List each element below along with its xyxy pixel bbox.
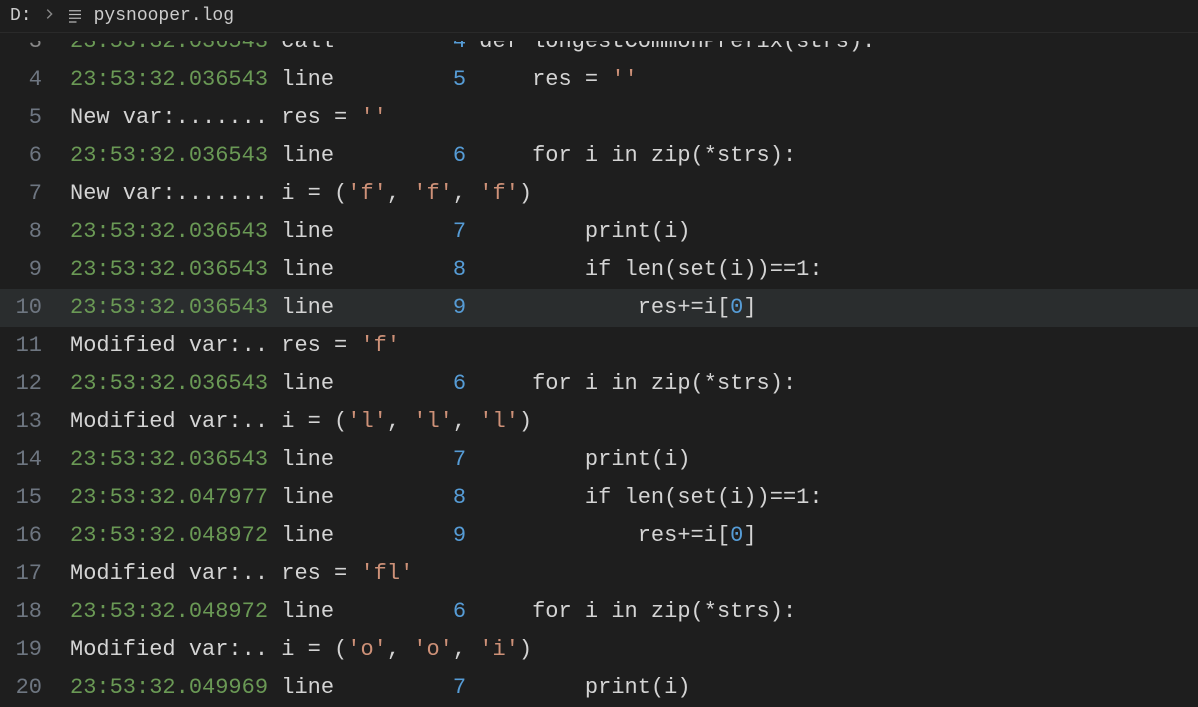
editor-line: 14 23:53:32.036543 line 7 print(i) (0, 441, 1198, 479)
editor-line: 9 23:53:32.036543 line 8 if len(set(i))=… (0, 251, 1198, 289)
editor-line: 19 Modified var:.. i = ('o', 'o', 'i') (0, 631, 1198, 669)
line-content: Modified var:.. i = ('o', 'o', 'i') (70, 631, 1198, 669)
line-content: 23:53:32.048972 line 6 for i in zip(*str… (70, 593, 1198, 631)
line-number: 17 (0, 555, 70, 593)
line-content: New var:....... res = '' (70, 99, 1198, 137)
line-number: 10 (0, 289, 70, 327)
line-content: Modified var:.. i = ('l', 'l', 'l') (70, 403, 1198, 441)
file-lines-icon (66, 7, 84, 25)
line-content: 23:53:32.036543 call 4 def longestCommon… (70, 41, 1198, 61)
line-content: 23:53:32.049969 line 7 print(i) (70, 669, 1198, 707)
line-content: 23:53:32.048972 line 9 res+=i[0] (70, 517, 1198, 555)
chevron-right-icon (42, 7, 56, 26)
line-number: 12 (0, 365, 70, 403)
breadcrumb-filename[interactable]: pysnooper.log (94, 6, 234, 26)
editor-line: 5 New var:....... res = '' (0, 99, 1198, 137)
line-content: 23:53:32.036543 line 9 res+=i[0] (70, 289, 1198, 327)
editor-line: 13 Modified var:.. i = ('l', 'l', 'l') (0, 403, 1198, 441)
line-number: 7 (0, 175, 70, 213)
line-number: 18 (0, 593, 70, 631)
line-number: 20 (0, 669, 70, 707)
line-content: 23:53:32.047977 line 8 if len(set(i))==1… (70, 479, 1198, 517)
line-content: 23:53:32.036543 line 7 print(i) (70, 441, 1198, 479)
editor-line: 3 23:53:32.036543 call 4 def longestComm… (0, 41, 1198, 61)
line-number: 11 (0, 327, 70, 365)
editor-line: 4 23:53:32.036543 line 5 res = '' (0, 61, 1198, 99)
line-content: Modified var:.. res = 'fl' (70, 555, 1198, 593)
line-number: 4 (0, 61, 70, 99)
editor-line: 7 New var:....... i = ('f', 'f', 'f') (0, 175, 1198, 213)
line-content: 23:53:32.036543 line 6 for i in zip(*str… (70, 365, 1198, 403)
line-content: Modified var:.. res = 'f' (70, 327, 1198, 365)
line-number: 19 (0, 631, 70, 669)
line-number: 13 (0, 403, 70, 441)
line-number: 16 (0, 517, 70, 555)
editor-line: 18 23:53:32.048972 line 6 for i in zip(*… (0, 593, 1198, 631)
line-content: 23:53:32.036543 line 5 res = '' (70, 61, 1198, 99)
line-number: 14 (0, 441, 70, 479)
line-number: 8 (0, 213, 70, 251)
line-content: 23:53:32.036543 line 6 for i in zip(*str… (70, 137, 1198, 175)
breadcrumb[interactable]: D: pysnooper.log (0, 0, 1198, 33)
line-content: 23:53:32.036543 line 8 if len(set(i))==1… (70, 251, 1198, 289)
line-number: 3 (0, 41, 70, 61)
breadcrumb-drive[interactable]: D: (10, 6, 32, 26)
editor-line: 16 23:53:32.048972 line 9 res+=i[0] (0, 517, 1198, 555)
editor-line: 12 23:53:32.036543 line 6 for i in zip(*… (0, 365, 1198, 403)
editor-line: 8 23:53:32.036543 line 7 print(i) (0, 213, 1198, 251)
editor-line: 10 23:53:32.036543 line 9 res+=i[0] (0, 289, 1198, 327)
editor-line: 11 Modified var:.. res = 'f' (0, 327, 1198, 365)
editor-line: 17 Modified var:.. res = 'fl' (0, 555, 1198, 593)
editor-line: 20 23:53:32.049969 line 7 print(i) (0, 669, 1198, 707)
line-number: 9 (0, 251, 70, 289)
line-number: 5 (0, 99, 70, 137)
editor-line: 15 23:53:32.047977 line 8 if len(set(i))… (0, 479, 1198, 517)
line-number: 6 (0, 137, 70, 175)
line-number: 15 (0, 479, 70, 517)
line-content: New var:....... i = ('f', 'f', 'f') (70, 175, 1198, 213)
line-content: 23:53:32.036543 line 7 print(i) (70, 213, 1198, 251)
editor-line: 6 23:53:32.036543 line 6 for i in zip(*s… (0, 137, 1198, 175)
editor-area[interactable]: 3 23:53:32.036543 call 4 def longestComm… (0, 33, 1198, 707)
